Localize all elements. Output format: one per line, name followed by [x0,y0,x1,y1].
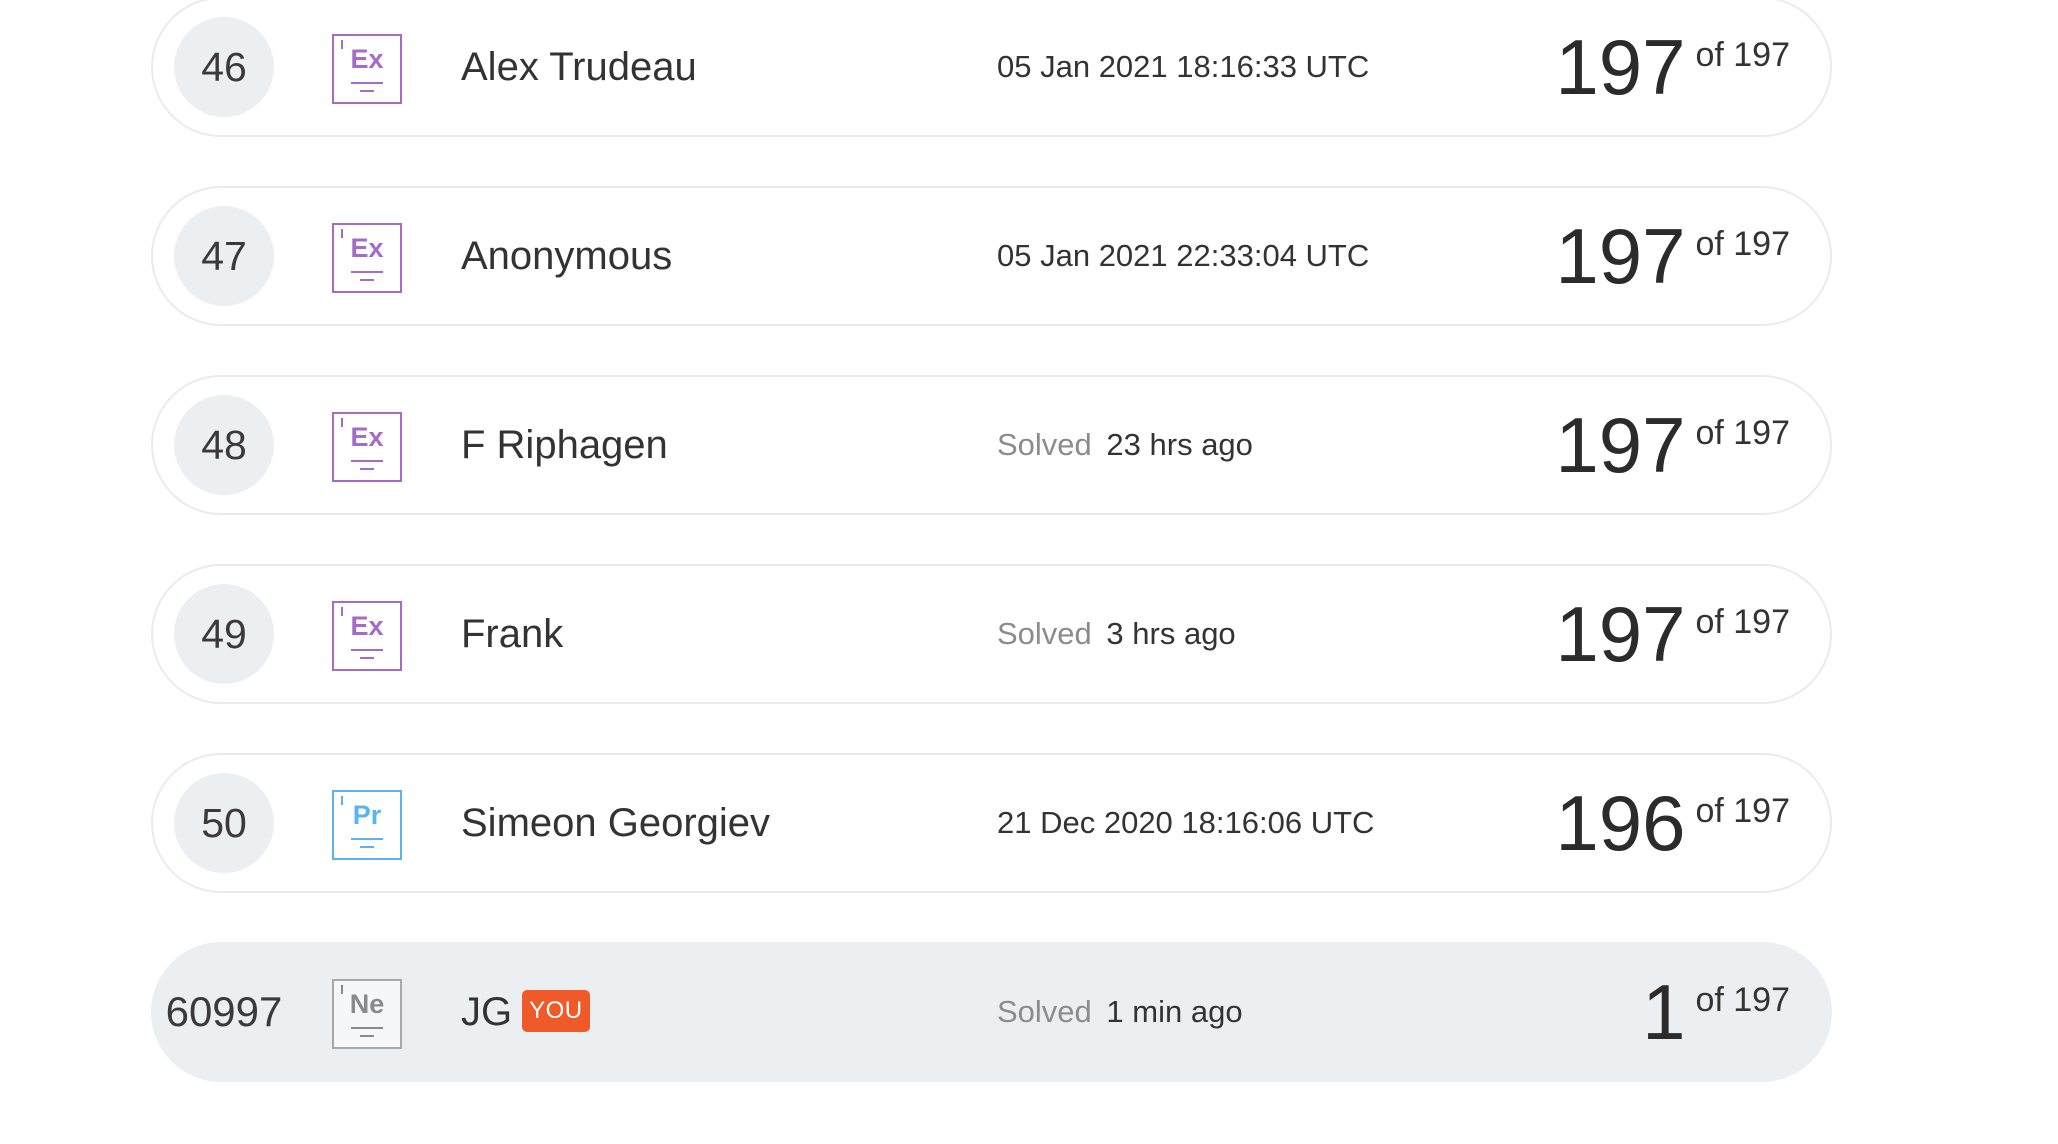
score-total: of 197 [1695,603,1790,641]
solved-value: 21 Dec 2020 18:16:06 UTC [997,805,1375,840]
solved-label: Solved [997,616,1092,651]
rank-number: 50 [174,773,274,873]
solved-value: 3 hrs ago [1106,616,1236,651]
score-value: 196 [1555,779,1686,867]
expert-badge-icon: Ex [332,601,402,671]
score: 196 of 197 [1555,773,1790,873]
score-value: 197 [1555,23,1686,111]
rank-number: 48 [174,395,274,495]
score: 1 of 197 [1642,962,1790,1062]
pro-badge-icon: Pr [332,790,402,860]
score-value: 1 [1642,968,1686,1056]
leaderboard-row[interactable]: 49 Ex Frank Solved 3 hrs ago 197 of 197 [151,564,1832,704]
solved-value: 1 min ago [1106,994,1243,1029]
badge-symbol: Ex [350,233,384,263]
score-total: of 197 [1695,792,1790,830]
solved-time: Solved 23 hrs ago [997,423,1253,467]
score: 197 of 197 [1555,206,1790,306]
solved-time: Solved 1 min ago [997,990,1243,1034]
leaderboard-row[interactable]: 48 Ex F Riphagen Solved 23 hrs ago 197 of… [151,375,1832,515]
solved-label: Solved [997,994,1092,1029]
solved-time: 05 Jan 2021 18:16:33 UTC [997,45,1369,89]
score: 197 of 197 [1555,17,1790,117]
solved-time: 05 Jan 2021 22:33:04 UTC [997,234,1369,278]
score-total: of 197 [1695,225,1790,263]
expert-badge-icon: Ex [332,223,402,293]
leaderboard-row[interactable]: 47 Ex Anonymous 05 Jan 2021 22:33:04 UTC… [151,186,1832,326]
badge-symbol: Ex [350,44,384,74]
leaderboard-row[interactable]: 46 Ex Alex Trudeau 05 Jan 2021 18:16:33 … [151,0,1832,137]
player-name[interactable]: JG YOU [461,986,590,1038]
solved-time: 21 Dec 2020 18:16:06 UTC [997,801,1374,845]
expert-badge-icon: Ex [332,412,402,482]
rank-number: 47 [174,206,274,306]
expert-badge-icon: Ex [332,34,402,104]
badge-symbol: Ex [350,422,384,452]
player-name[interactable]: Simeon Georgiev [461,797,770,849]
score-total: of 197 [1695,36,1790,74]
solved-value: 05 Jan 2021 22:33:04 UTC [997,238,1370,273]
leaderboard: 46 Ex Alex Trudeau 05 Jan 2021 18:16:33 … [0,0,2058,1144]
current-user-row[interactable]: 60997 Ne JG YOU Solved 1 min ago 1 of 197 [151,942,1832,1082]
badge-symbol: Ex [350,611,384,641]
score: 197 of 197 [1555,395,1790,495]
score-value: 197 [1555,401,1686,489]
badge-symbol: Pr [352,800,382,830]
solved-time: Solved 3 hrs ago [997,612,1236,656]
you-badge: YOU [522,990,590,1033]
player-name[interactable]: Alex Trudeau [461,41,697,93]
score-value: 197 [1555,212,1686,300]
player-name-text: JG [461,990,513,1034]
score-value: 197 [1555,590,1686,678]
score: 197 of 197 [1555,584,1790,684]
leaderboard-row[interactable]: 50 Pr Simeon Georgiev 21 Dec 2020 18:16:… [151,753,1832,893]
rank-number: 46 [174,17,274,117]
score-total: of 197 [1695,981,1790,1019]
player-name[interactable]: Anonymous [461,230,672,282]
solved-label: Solved [997,427,1092,462]
solved-value: 23 hrs ago [1106,427,1253,462]
rank-number: 49 [174,584,274,684]
solved-value: 05 Jan 2021 18:16:33 UTC [997,49,1370,84]
rank-number: 60997 [165,988,283,1035]
score-total: of 197 [1695,414,1790,452]
player-name[interactable]: F Riphagen [461,419,668,471]
player-name[interactable]: Frank [461,608,563,660]
badge-symbol: Ne [349,989,385,1019]
newbie-badge-icon: Ne [332,979,402,1049]
